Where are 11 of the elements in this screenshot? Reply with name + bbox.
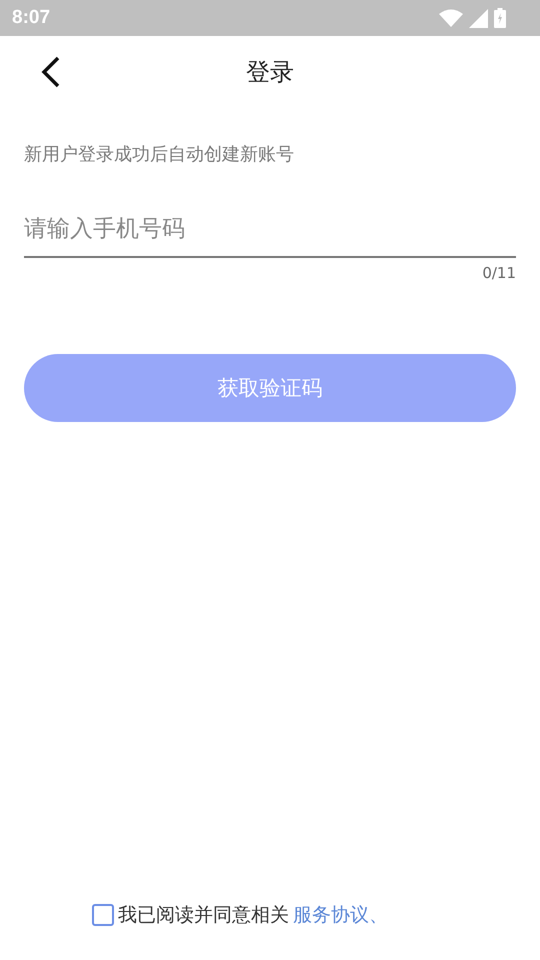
wifi-icon — [439, 9, 463, 27]
agreement-text: 我已阅读并同意相关 — [118, 903, 289, 928]
hint-text: 新用户登录成功后自动创建新账号 — [24, 143, 295, 166]
battery-icon — [494, 8, 506, 28]
status-time: 8:07 — [12, 7, 50, 29]
agreement-checkbox[interactable] — [92, 904, 114, 926]
character-counter: 0/11 — [482, 264, 516, 282]
service-agreement-link[interactable]: 服务协议、 — [293, 902, 388, 928]
signal-icon — [469, 8, 488, 28]
page-title: 登录 — [246, 57, 294, 88]
phone-input-field[interactable]: 请输入手机号码 — [24, 216, 516, 258]
